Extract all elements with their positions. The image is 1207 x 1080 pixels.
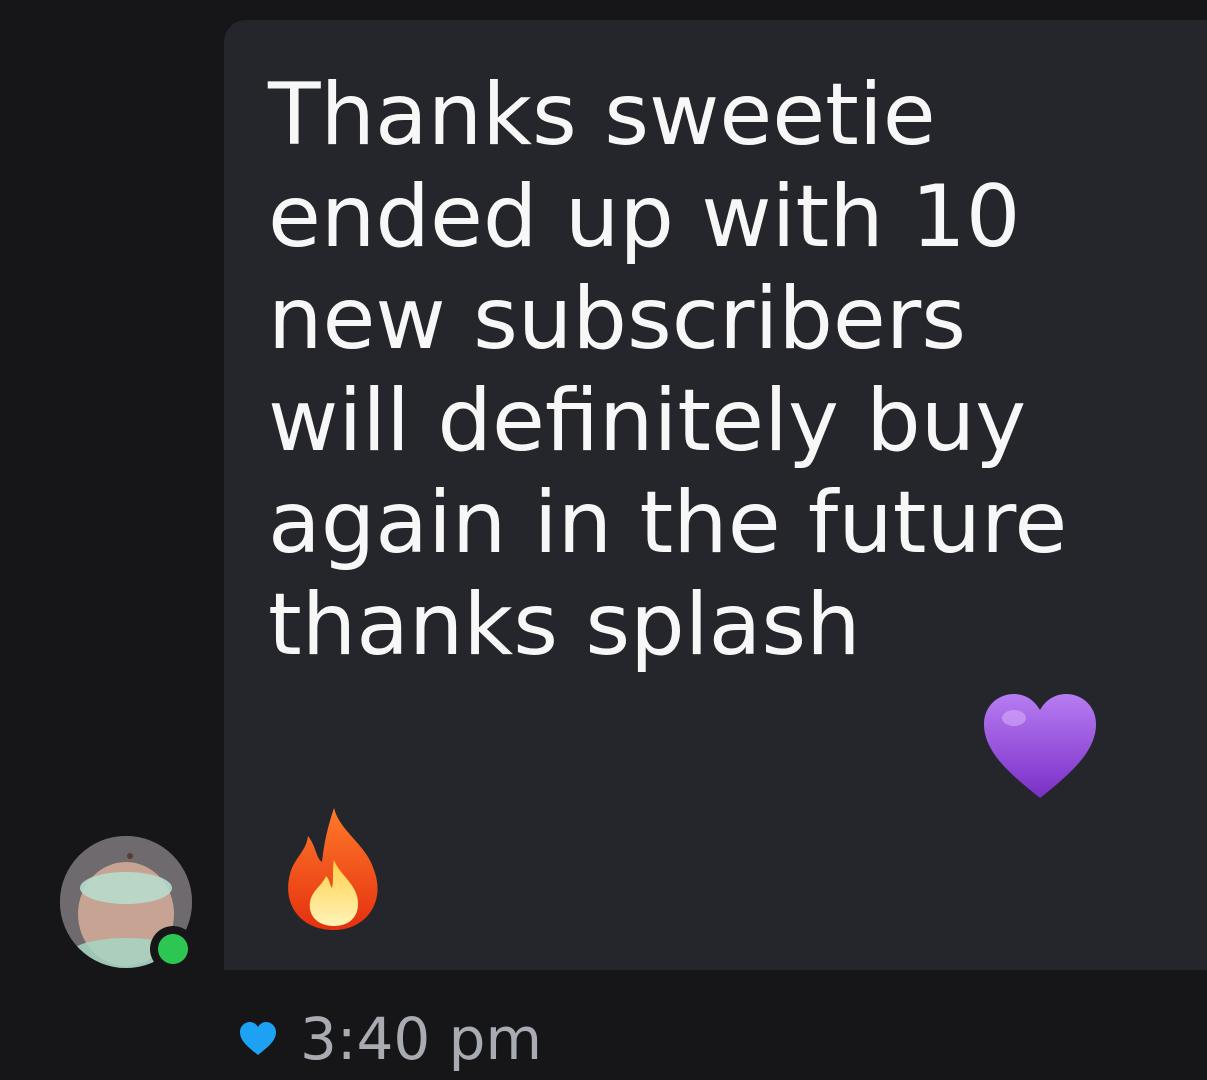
fire-emoji xyxy=(288,808,378,930)
online-status-indicator xyxy=(150,926,196,972)
chat-screen: Thanks sweetie ended up with 10 new subs… xyxy=(0,0,1207,1080)
purple-heart-emoji xyxy=(984,694,1096,798)
message-meta: 3:40 pm xyxy=(238,1004,542,1074)
message-text: Thanks sweetie ended up with 10 new subs… xyxy=(268,65,1068,675)
message-timestamp: 3:40 pm xyxy=(300,1005,542,1073)
like-heart-icon[interactable] xyxy=(238,1021,278,1057)
